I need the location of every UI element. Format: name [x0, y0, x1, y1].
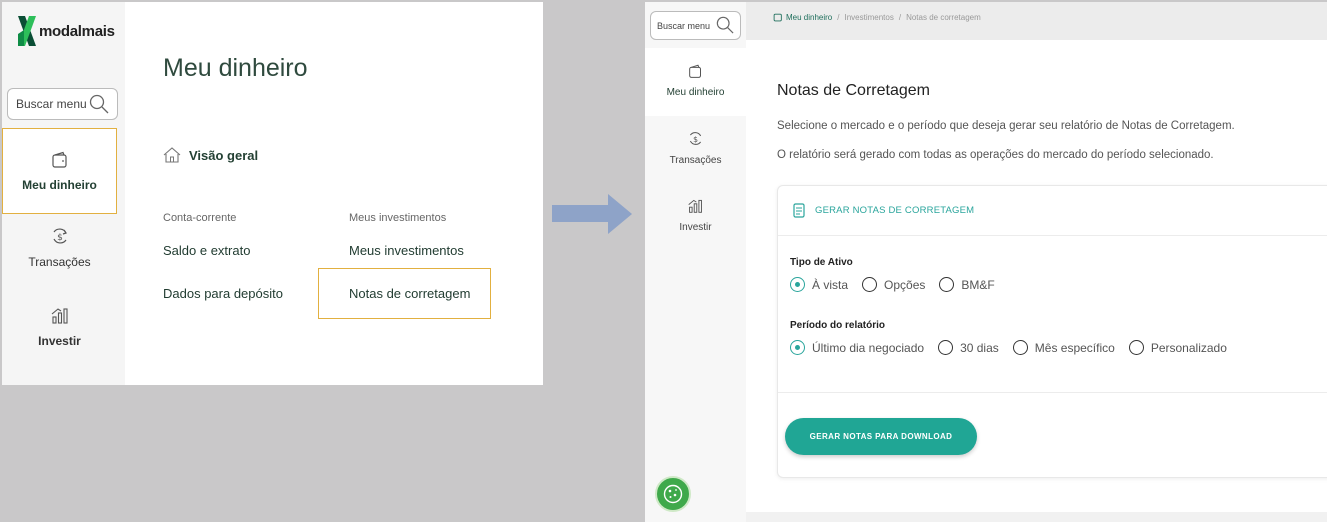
sidebar-item-investir[interactable]: Investir — [2, 305, 117, 348]
divider — [778, 392, 1327, 393]
logo[interactable]: modalmais — [16, 14, 115, 48]
radio-30-dias[interactable]: 30 dias — [938, 340, 999, 355]
radio-selected[interactable] — [790, 277, 805, 292]
radio-selected[interactable] — [790, 340, 805, 355]
radio-unselected[interactable] — [862, 277, 878, 292]
page-title: Notas de Corretagem — [777, 82, 930, 99]
bar-chart-icon — [688, 199, 702, 213]
radio-label: BM&F — [961, 277, 995, 292]
radio-bmf[interactable]: BM&F — [939, 277, 995, 292]
main-content: Notas de Corretagem Selecione o mercado … — [746, 40, 1327, 512]
download-button[interactable]: GERAR NOTAS PARA DOWNLOAD — [785, 418, 977, 455]
sidebar-item-label: Investir — [679, 222, 712, 233]
radio-label: 30 dias — [960, 340, 999, 355]
overview-label: Visão geral — [189, 147, 259, 163]
radio-unselected[interactable] — [938, 340, 954, 355]
sidebar-item-label: Meu dinheiro — [22, 178, 97, 192]
document-icon — [793, 203, 805, 218]
link-saldo-extrato[interactable]: Saldo e extrato — [163, 243, 250, 258]
arrow-right-icon — [552, 194, 632, 234]
home-icon — [163, 147, 181, 163]
svg-text:$: $ — [693, 135, 698, 144]
sidebar-item-meu-dinheiro[interactable]: Meu dinheiro — [645, 48, 746, 116]
breadcrumb: Meu dinheiro / Investimentos / Notas de … — [773, 12, 981, 22]
radio-unselected[interactable] — [939, 277, 955, 292]
search-placeholder: Buscar menu — [657, 20, 711, 31]
logo-mark-icon — [16, 14, 38, 48]
svg-text:$: $ — [57, 233, 63, 243]
search-input[interactable]: Buscar menu — [650, 11, 741, 40]
link-notas-corretagem[interactable]: Notas de corretagem — [349, 286, 470, 301]
description: O relatório será gerado com todas as ope… — [777, 149, 1214, 161]
sidebar-item-investir[interactable]: Investir — [645, 197, 746, 233]
sidebar-item-transacoes[interactable]: $ Transações — [2, 226, 117, 269]
wallet-icon — [689, 64, 701, 78]
search-icon — [716, 16, 734, 34]
sidebar-item-transacoes[interactable]: $ Transações — [645, 130, 746, 166]
period-radios: Último dia negociado 30 dias Mês específ… — [790, 340, 1241, 355]
search-input[interactable]: Buscar menu — [7, 88, 118, 120]
column-heading: Meus investimentos — [349, 212, 447, 224]
radio-unselected[interactable] — [1128, 340, 1144, 355]
sidebar-item-label: Meu dinheiro — [666, 87, 725, 98]
overview-link[interactable]: Visão geral — [163, 147, 258, 163]
menu-panel: modalmais Buscar menu Meu dinheiro $ Tra… — [2, 2, 543, 385]
sidebar-item-label: Transações — [669, 155, 722, 166]
radio-a-vista[interactable]: À vista — [790, 277, 848, 292]
radio-label: Personalizado — [1150, 340, 1227, 355]
breadcrumb-bar: Meu dinheiro / Investimentos / Notas de … — [746, 2, 1327, 40]
card-header: GERAR NOTAS DE CORRETAGEM — [778, 186, 1327, 236]
breadcrumb-item[interactable]: Investimentos — [844, 13, 893, 22]
breadcrumb-item: Notas de corretagem — [906, 12, 981, 22]
card-title: GERAR NOTAS DE CORRETAGEM — [815, 205, 975, 216]
radio-ultimo-dia[interactable]: Último dia negociado — [790, 340, 924, 355]
breadcrumb-separator: / — [898, 12, 902, 22]
notas-card: GERAR NOTAS DE CORRETAGEM Tipo de Ativo … — [777, 185, 1327, 478]
radio-mes-especifico[interactable]: Mês específico — [1012, 340, 1115, 355]
dollar-exchange-icon: $ — [52, 228, 67, 244]
page-title: Meu dinheiro — [163, 54, 308, 82]
description: Selecione o mercado e o período que dese… — [777, 120, 1235, 132]
sidebar-item-meu-dinheiro[interactable]: Meu dinheiro — [2, 128, 117, 214]
radio-label: Mês específico — [1034, 340, 1115, 355]
radio-personalizado[interactable]: Personalizado — [1128, 340, 1227, 355]
link-dados-deposito[interactable]: Dados para depósito — [163, 286, 283, 301]
cookie-button[interactable] — [655, 476, 691, 512]
search-placeholder: Buscar menu — [16, 97, 87, 111]
sidebar-item-label: Investir — [38, 334, 81, 348]
notas-page: Buscar menu Meu dinheiro $ Transações In… — [645, 2, 1327, 522]
cookie-icon — [663, 484, 683, 504]
wallet-icon — [51, 151, 67, 168]
menu-content: Meu dinheiro Visão geral Conta-corrente … — [125, 2, 543, 385]
asset-type-radios: À vista Opções BM&F — [790, 277, 1009, 292]
radio-unselected[interactable] — [1012, 340, 1028, 355]
period-label: Período do relatório — [790, 320, 886, 331]
wallet-icon — [773, 13, 782, 22]
radio-label: Último dia negociado — [812, 340, 925, 355]
asset-type-label: Tipo de Ativo — [790, 257, 853, 268]
bar-chart-icon — [51, 308, 68, 324]
radio-label: À vista — [812, 277, 849, 292]
link-meus-investimentos[interactable]: Meus investimentos — [349, 243, 464, 258]
breadcrumb-separator: / — [837, 12, 840, 22]
sidebar-item-label: Transações — [28, 255, 91, 269]
right-sidebar: Buscar menu Meu dinheiro $ Transações In… — [645, 2, 746, 522]
dollar-exchange-icon: $ — [689, 132, 702, 145]
logo-text: modalmais — [39, 22, 115, 40]
breadcrumb-item[interactable]: Meu dinheiro — [786, 13, 832, 22]
left-sidebar: modalmais Buscar menu Meu dinheiro $ Tra… — [2, 2, 125, 385]
column-heading: Conta-corrente — [163, 212, 237, 224]
radio-opcoes[interactable]: Opções — [862, 277, 925, 292]
search-icon — [89, 94, 109, 114]
radio-label: Opções — [884, 277, 926, 292]
